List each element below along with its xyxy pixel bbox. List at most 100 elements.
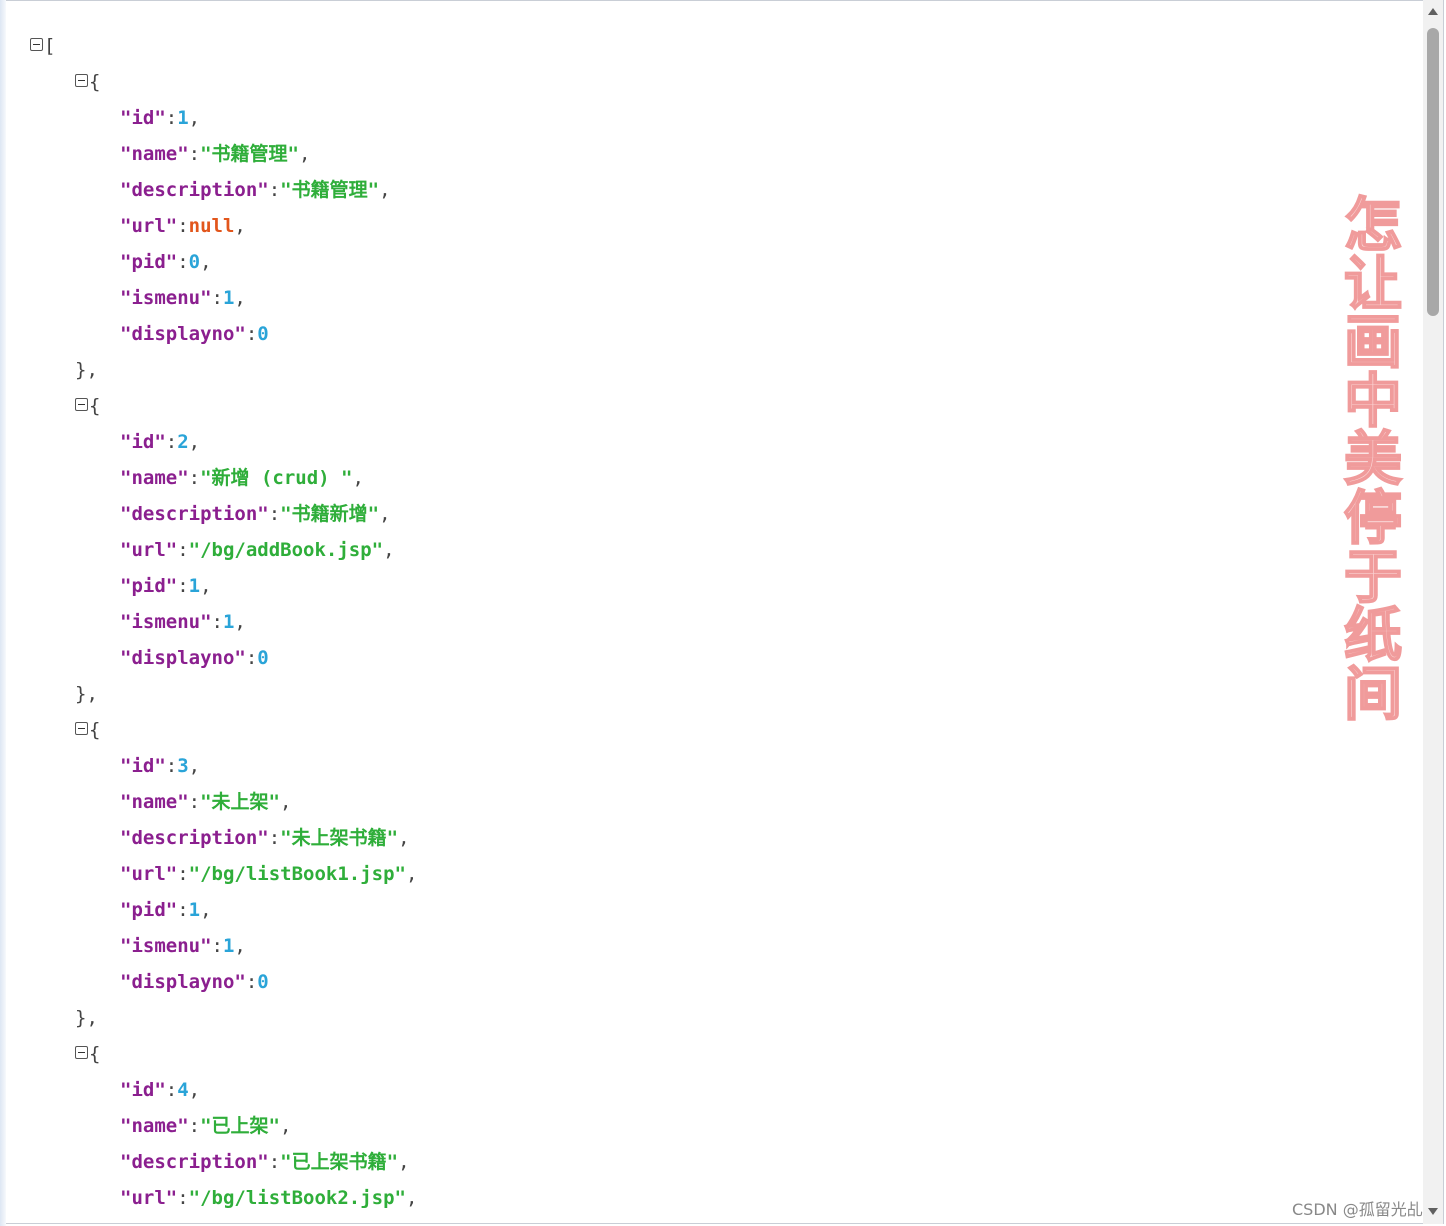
window-left-edge bbox=[0, 0, 6, 1226]
json-key: "name" bbox=[120, 1115, 189, 1137]
json-object-close-line: }, bbox=[75, 1000, 98, 1036]
json-field-line: "url":"/bg/listBook2.jsp", bbox=[120, 1180, 417, 1216]
field-comma: , bbox=[200, 575, 212, 597]
json-field-line: "url":"/bg/addBook.jsp", bbox=[120, 532, 395, 568]
field-comma: , bbox=[279, 791, 292, 813]
field-comma: , bbox=[398, 1151, 410, 1173]
json-value: "未上架" bbox=[200, 791, 280, 813]
json-field-line: "pid":1, bbox=[120, 568, 212, 604]
json-key: "displayno" bbox=[120, 647, 246, 669]
key-colon: : bbox=[177, 899, 189, 921]
json-value: 0 bbox=[188, 251, 201, 273]
json-value: 1 bbox=[222, 611, 235, 633]
json-value: "/bg/listBook2.jsp" bbox=[188, 1187, 406, 1209]
json-key: "name" bbox=[120, 467, 189, 489]
collapse-minus-icon[interactable] bbox=[30, 38, 43, 51]
json-field-line: "name":"书籍管理", bbox=[120, 136, 310, 172]
scroll-thumb[interactable] bbox=[1427, 28, 1439, 316]
json-value: 0 bbox=[257, 971, 269, 993]
key-colon: : bbox=[188, 1115, 201, 1137]
json-value: "已上架" bbox=[200, 1115, 280, 1137]
json-field-line: "url":"/bg/listBook1.jsp", bbox=[120, 856, 417, 892]
field-comma: , bbox=[188, 431, 201, 453]
json-value: 1 bbox=[222, 287, 235, 309]
json-field-line: "ismenu":1, bbox=[120, 280, 246, 316]
json-key: "description" bbox=[120, 179, 269, 201]
field-comma: , bbox=[279, 1115, 292, 1137]
key-colon: : bbox=[245, 323, 258, 345]
key-colon: : bbox=[188, 143, 201, 165]
json-key: "displayno" bbox=[120, 971, 246, 993]
field-comma: , bbox=[234, 287, 246, 309]
object-open-brace: { bbox=[89, 71, 101, 93]
field-comma: , bbox=[398, 827, 410, 849]
json-key: "description" bbox=[120, 1151, 269, 1173]
json-key: "id" bbox=[120, 755, 166, 777]
collapse-minus-icon[interactable] bbox=[75, 74, 88, 87]
json-value: "已上架书籍" bbox=[280, 1151, 399, 1173]
json-key: "id" bbox=[120, 431, 166, 453]
json-value: 4 bbox=[177, 1079, 189, 1101]
collapse-minus-icon[interactable] bbox=[75, 1046, 88, 1059]
watermark-text: 怎让画中美停于纸间 bbox=[1343, 191, 1403, 728]
key-colon: : bbox=[211, 935, 223, 957]
json-value: 1 bbox=[188, 899, 201, 921]
json-value: 2 bbox=[177, 431, 189, 453]
json-key: "id" bbox=[120, 107, 166, 129]
field-comma: , bbox=[352, 467, 364, 489]
json-key: "url" bbox=[120, 215, 178, 237]
object-open-brace: { bbox=[89, 395, 101, 417]
field-comma: , bbox=[234, 611, 246, 633]
collapse-minus-icon[interactable] bbox=[75, 722, 88, 735]
field-comma: , bbox=[298, 143, 311, 165]
json-key: "ismenu" bbox=[120, 611, 212, 633]
scroll-down-arrow-icon[interactable] bbox=[1423, 1202, 1443, 1222]
json-key: "pid" bbox=[120, 575, 178, 597]
json-value: "未上架书籍" bbox=[280, 827, 399, 849]
vertical-scrollbar[interactable] bbox=[1423, 0, 1443, 1224]
json-key: "ismenu" bbox=[120, 935, 212, 957]
json-value: 1 bbox=[188, 575, 201, 597]
key-colon: : bbox=[165, 755, 178, 777]
json-field-line: "id":4, bbox=[120, 1072, 200, 1108]
field-comma: , bbox=[188, 1079, 201, 1101]
array-open-bracket: [ bbox=[44, 35, 56, 57]
json-field-line: "description":"书籍新增", bbox=[120, 496, 391, 532]
json-key: "url" bbox=[120, 863, 178, 885]
key-colon: : bbox=[177, 539, 189, 561]
json-field-line: "name":"新增 (crud) ", bbox=[120, 460, 364, 496]
key-colon: : bbox=[245, 647, 258, 669]
json-value: null bbox=[188, 215, 235, 237]
scroll-up-arrow-icon[interactable] bbox=[1423, 2, 1443, 22]
field-comma: , bbox=[200, 251, 212, 273]
json-field-line: "displayno":0 bbox=[120, 964, 269, 1000]
json-key: "pid" bbox=[120, 899, 178, 921]
key-colon: : bbox=[188, 467, 201, 489]
json-value: "书籍管理" bbox=[200, 143, 299, 165]
json-field-line: "pid":0, bbox=[120, 244, 212, 280]
json-field-line: "displayno":0 bbox=[120, 316, 269, 352]
key-colon: : bbox=[268, 1151, 281, 1173]
field-comma: , bbox=[406, 863, 418, 885]
key-colon: : bbox=[165, 1079, 178, 1101]
json-field-line: "pid":1, bbox=[120, 892, 212, 928]
json-value: "/bg/addBook.jsp" bbox=[188, 539, 384, 561]
field-comma: , bbox=[383, 539, 395, 561]
json-value: 0 bbox=[257, 647, 269, 669]
field-comma: , bbox=[379, 179, 391, 201]
json-value: 1 bbox=[177, 107, 189, 129]
json-object-open-line: { bbox=[75, 64, 100, 100]
key-colon: : bbox=[268, 827, 281, 849]
key-colon: : bbox=[177, 1187, 189, 1209]
json-field-line: "url":null, bbox=[120, 208, 246, 244]
collapse-minus-icon[interactable] bbox=[75, 398, 88, 411]
json-field-line: "description":"书籍管理", bbox=[120, 172, 391, 208]
json-array-open-line: [ bbox=[30, 28, 55, 64]
json-field-line: "displayno":0 bbox=[120, 640, 269, 676]
key-colon: : bbox=[268, 503, 281, 525]
field-comma: , bbox=[406, 1187, 418, 1209]
json-value: 1 bbox=[222, 935, 235, 957]
key-colon: : bbox=[177, 863, 189, 885]
key-colon: : bbox=[177, 251, 189, 273]
json-value: "书籍新增" bbox=[280, 503, 380, 525]
